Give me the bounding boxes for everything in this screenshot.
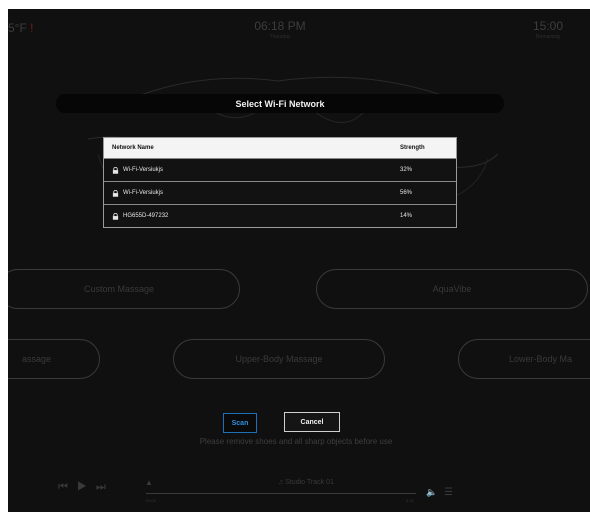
network-strength: 56%	[400, 190, 413, 196]
alert-icon: !	[30, 21, 34, 35]
upper-body-massage-button[interactable]: Upper-Body Massage	[173, 339, 385, 379]
playlist-menu-icon[interactable]: ☰	[444, 487, 453, 498]
time-elapsed: 00:00	[146, 498, 157, 503]
safety-warning: Please remove shoes and all sharp object…	[199, 437, 393, 446]
lock-icon	[112, 189, 119, 197]
volume-icon[interactable]: 🔈	[426, 487, 437, 498]
table-row[interactable]: Wi-Fi-Versiukjs 56%	[104, 181, 456, 204]
lock-icon	[112, 166, 119, 174]
dialog-title: Select Wi-Fi Network	[235, 98, 325, 109]
lock-icon	[112, 212, 119, 220]
custom-massage-button[interactable]: Custom Massage	[8, 269, 240, 309]
temperature-text: 5°F	[8, 21, 27, 35]
network-name: HG655D-497232	[123, 213, 169, 219]
session-timer: 15:00 Remaining	[528, 19, 568, 40]
lower-body-massage-button[interactable]: Lower-Body Ma	[458, 339, 590, 379]
dialog-title-bar: Select Wi-Fi Network	[56, 94, 504, 113]
massage-button-partial[interactable]: assage	[8, 339, 100, 379]
transport-controls[interactable]: ⏮ ▶ ⏭	[58, 481, 109, 494]
table-row[interactable]: HG655D-497232 14%	[104, 204, 456, 227]
column-strength: Strength	[400, 145, 425, 151]
scan-button[interactable]: Scan	[223, 413, 257, 433]
clock-center: 06:18 PM Thursday	[240, 19, 320, 40]
progress-bar[interactable]	[146, 493, 416, 494]
cancel-button[interactable]: Cancel	[284, 412, 340, 432]
status-bar: 5°F !	[8, 21, 34, 35]
time-total: 3:25	[406, 498, 414, 503]
aquavibe-button[interactable]: AquaVibe	[316, 269, 588, 309]
track-title: ♫ Studio Track 01	[278, 479, 334, 486]
timer-value: 15:00	[532, 19, 564, 33]
table-header: Network Name Strength	[104, 138, 456, 158]
clock-time: 06:18 PM	[254, 19, 306, 33]
network-name: Wi-Fi-Versiukjs	[123, 167, 163, 173]
column-network-name: Network Name	[112, 145, 154, 151]
eject-icon[interactable]: ▲	[145, 478, 153, 487]
network-strength: 32%	[400, 167, 413, 173]
app-screen: 5°F ! 06:18 PM Thursday 15:00 Remaining …	[8, 9, 590, 512]
table-row[interactable]: Wi-Fi-Versiukjs 32%	[104, 158, 456, 181]
clock-date: Thursday	[269, 34, 291, 40]
network-name: Wi-Fi-Versiukjs	[123, 190, 163, 196]
network-strength: 14%	[400, 213, 413, 219]
timer-label: Remaining	[536, 34, 560, 40]
media-player: ⏮ ▶ ⏭ ▲ ♫ Studio Track 01 00:00 3:25 🔈 ☰	[8, 471, 590, 512]
wifi-network-table: Network Name Strength Wi-Fi-Versiukjs 32…	[103, 137, 457, 228]
